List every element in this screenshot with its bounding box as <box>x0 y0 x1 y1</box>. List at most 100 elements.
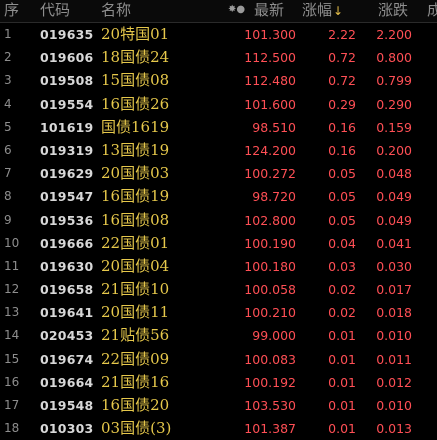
row-name: 16国债20 <box>101 396 170 414</box>
row-change: 0.011 <box>376 351 412 367</box>
row-code: 019536 <box>40 212 94 228</box>
header-volume[interactable]: 成 <box>427 0 437 22</box>
row-code: 019547 <box>40 189 94 205</box>
row-pct: 0.16 <box>328 119 356 135</box>
table-row[interactable]: 7 019629 20国债03 100.272 0.05 0.048 <box>0 162 437 185</box>
table-row[interactable]: 9 019536 16国债08 102.800 0.05 0.049 <box>0 209 437 232</box>
row-price: 100.210 <box>244 305 296 321</box>
header-price[interactable]: 最新 <box>254 0 284 22</box>
row-code: 019658 <box>40 282 94 298</box>
row-name: 22国债01 <box>101 233 170 252</box>
table-header: 序 代码 名称 ✸● 最新 涨幅↓ 涨跌 成 <box>0 0 437 23</box>
row-pct: 0.16 <box>328 142 356 158</box>
header-pct-change[interactable]: 涨幅↓ <box>302 0 343 22</box>
row-seq: 8 <box>4 189 12 204</box>
row-price: 100.192 <box>244 374 296 390</box>
table-row[interactable]: 10 019666 22国债01 100.190 0.04 0.041 <box>0 232 437 255</box>
table-row[interactable]: 3 019508 15国债08 112.480 0.72 0.799 <box>0 69 437 92</box>
row-pct: 2.22 <box>328 27 356 42</box>
row-code: 019606 <box>40 50 94 66</box>
row-name: 15国债08 <box>101 71 170 90</box>
row-pct: 0.02 <box>328 305 356 321</box>
table-row[interactable]: 15 019674 22国债09 100.083 0.01 0.011 <box>0 348 437 371</box>
table-row[interactable]: 16 019664 21国债16 100.192 0.01 0.012 <box>0 371 437 394</box>
header-name[interactable]: 名称 <box>101 0 131 22</box>
row-name: 21贴债56 <box>101 326 170 345</box>
row-seq: 7 <box>4 166 12 181</box>
row-name: 20特国01 <box>101 25 170 43</box>
row-seq: 14 <box>4 328 20 343</box>
table-row[interactable]: 17 019548 16国债20 103.530 0.01 0.010 <box>0 394 437 417</box>
row-name: 20国债04 <box>101 256 170 275</box>
row-code: 101619 <box>40 119 94 135</box>
table-row[interactable]: 13 019641 20国债11 100.210 0.02 0.018 <box>0 301 437 324</box>
table-row[interactable]: 1 019635 20特国01 101.300 2.22 2.200 <box>0 23 437 46</box>
row-price: 124.200 <box>244 142 296 158</box>
row-price: 100.058 <box>244 282 296 298</box>
row-price: 100.083 <box>244 351 296 367</box>
table-row[interactable]: 11 019630 20国债04 100.180 0.03 0.030 <box>0 255 437 278</box>
row-change: 0.030 <box>376 258 412 274</box>
table-row[interactable]: 14 020453 21贴债56 99.000 0.01 0.010 <box>0 324 437 347</box>
table-row[interactable]: 5 101619 国债1619 98.510 0.16 0.159 <box>0 116 437 139</box>
row-change: 0.200 <box>376 142 412 158</box>
row-price: 99.000 <box>252 328 296 344</box>
row-pct: 0.01 <box>328 351 356 367</box>
row-change: 0.012 <box>376 374 412 390</box>
row-seq: 6 <box>4 142 12 157</box>
row-price: 100.190 <box>244 235 296 251</box>
row-price: 98.510 <box>252 119 296 135</box>
row-name: 22国债09 <box>101 349 170 368</box>
row-code: 019641 <box>40 305 94 321</box>
row-name: 21国债16 <box>101 372 170 391</box>
row-seq: 15 <box>4 351 20 366</box>
table-body: 1 019635 20特国01 101.300 2.22 2.200 2 019606 18国债… <box>0 23 437 440</box>
row-name: 国债1619 <box>101 117 170 136</box>
row-price: 102.800 <box>244 212 296 228</box>
row-price: 112.500 <box>244 50 296 66</box>
row-change: 0.290 <box>376 96 412 112</box>
row-pct: 0.72 <box>328 50 356 66</box>
row-change: 0.049 <box>376 189 412 205</box>
row-seq: 1 <box>4 27 12 41</box>
row-seq: 16 <box>4 374 20 389</box>
row-price: 100.272 <box>244 166 296 182</box>
row-change: 0.010 <box>376 398 412 413</box>
row-code: 019508 <box>40 73 94 89</box>
row-code: 019548 <box>40 398 94 413</box>
table-row[interactable]: 2 019606 18国债24 112.500 0.72 0.800 <box>0 46 437 69</box>
header-code[interactable]: 代码 <box>40 0 70 22</box>
row-change: 0.010 <box>376 328 412 344</box>
row-pct: 0.03 <box>328 258 356 274</box>
row-change: 0.017 <box>376 282 412 298</box>
row-code: 019664 <box>40 374 94 390</box>
table-row[interactable]: 4 019554 16国债26 101.600 0.29 0.290 <box>0 93 437 116</box>
row-code: 019666 <box>40 235 94 251</box>
row-code: 019629 <box>40 166 94 182</box>
header-seq[interactable]: 序 <box>4 0 19 22</box>
row-seq: 11 <box>4 258 20 273</box>
row-pct: 0.04 <box>328 235 356 251</box>
row-code: 019554 <box>40 96 94 112</box>
row-change: 0.018 <box>376 305 412 321</box>
settings-icon[interactable]: ✸● <box>228 0 245 22</box>
row-seq: 17 <box>4 398 20 412</box>
table-row[interactable]: 8 019547 16国债19 98.720 0.05 0.049 <box>0 185 437 208</box>
table-row[interactable]: 12 019658 21国债10 100.058 0.02 0.017 <box>0 278 437 301</box>
row-price: 101.300 <box>244 27 296 42</box>
row-change: 0.799 <box>376 73 412 89</box>
row-name: 20国债11 <box>101 303 170 322</box>
row-seq: 5 <box>4 119 12 134</box>
table-row[interactable]: 6 019319 13国债19 124.200 0.16 0.200 <box>0 139 437 162</box>
row-seq: 13 <box>4 305 20 320</box>
row-name: 13国债19 <box>101 140 170 159</box>
quote-table: 序 代码 名称 ✸● 最新 涨幅↓ 涨跌 成 1 019635 20特国01 101.… <box>0 0 437 440</box>
row-pct: 0.02 <box>328 282 356 298</box>
row-code: 019630 <box>40 258 94 274</box>
header-change[interactable]: 涨跌 <box>378 0 408 22</box>
row-seq: 3 <box>4 73 12 88</box>
row-price: 112.480 <box>244 73 296 89</box>
row-pct: 0.01 <box>328 374 356 390</box>
row-pct: 0.01 <box>328 398 356 413</box>
row-name: 16国债19 <box>101 187 170 206</box>
